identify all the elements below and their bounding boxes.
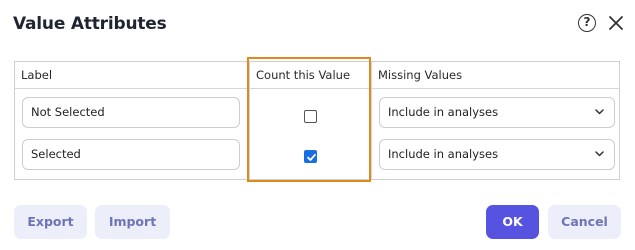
missing-values-select-selected[interactable]: Include in analyses — [379, 139, 615, 170]
export-button[interactable]: Export — [14, 205, 87, 239]
value-attributes-table: Label Count this Value Missing Values No… — [14, 61, 620, 180]
count-checkbox-selected[interactable] — [304, 150, 317, 163]
count-checkbox-not-selected[interactable] — [304, 110, 317, 123]
dialog-title: Value Attributes — [13, 14, 167, 34]
select-value: Include in analyses — [388, 147, 499, 161]
column-divider — [249, 62, 250, 179]
checkmark-icon — [307, 153, 316, 161]
header-count-this-value: Count this Value — [256, 68, 351, 82]
ok-button[interactable]: OK — [486, 205, 539, 239]
select-value: Include in analyses — [388, 105, 499, 119]
header-row: Label Count this Value Missing Values — [15, 62, 619, 89]
missing-values-select-not-selected[interactable]: Include in analyses — [379, 97, 615, 128]
help-icon[interactable]: ? — [578, 14, 596, 32]
header-label: Label — [21, 68, 53, 82]
label-input-selected[interactable]: Selected — [22, 139, 240, 170]
label-input-not-selected[interactable]: Not Selected — [22, 97, 240, 128]
header-missing-values: Missing Values — [378, 68, 463, 82]
import-button[interactable]: Import — [95, 205, 170, 239]
column-divider — [371, 62, 372, 179]
cancel-button[interactable]: Cancel — [548, 205, 621, 239]
chevron-down-icon — [595, 151, 604, 157]
chevron-down-icon — [595, 109, 604, 115]
close-icon[interactable] — [606, 13, 626, 33]
